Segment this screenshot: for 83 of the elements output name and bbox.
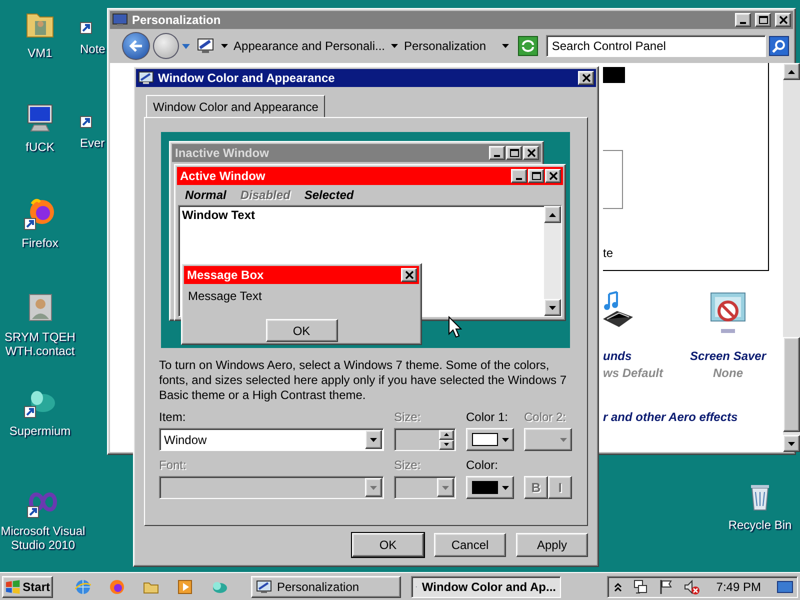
color-picker-button[interactable] bbox=[466, 428, 514, 451]
arrow-icon[interactable] bbox=[128, 39, 144, 53]
field-label: Color 1: bbox=[466, 411, 508, 424]
field-label: Size: bbox=[394, 411, 421, 424]
caret-icon[interactable] bbox=[502, 486, 508, 490]
field-label: Color: bbox=[466, 459, 498, 472]
title-strip bbox=[603, 67, 625, 83]
clock[interactable]: 7:49 PM bbox=[716, 580, 761, 594]
back-button[interactable] bbox=[122, 32, 150, 60]
flag-logo-icon[interactable] bbox=[5, 580, 21, 594]
scroll-down-button[interactable] bbox=[783, 435, 800, 452]
start-button[interactable]: Start bbox=[2, 576, 53, 598]
browser-icon[interactable] bbox=[109, 578, 125, 594]
chevron-up-icon[interactable] bbox=[614, 582, 622, 592]
item-subtitle: None bbox=[713, 366, 743, 380]
caret-icon[interactable] bbox=[502, 44, 509, 48]
inner-frame bbox=[603, 150, 623, 209]
shortcut-arrow-icon[interactable] bbox=[80, 22, 92, 34]
icon-label[interactable]: SRYM TQEH WTH.contact bbox=[0, 330, 80, 358]
color-picker-button[interactable] bbox=[466, 476, 514, 499]
forward-button[interactable] bbox=[152, 33, 179, 59]
control-panel-icon bbox=[196, 38, 215, 54]
breadcrumb-item[interactable]: Personalization bbox=[404, 39, 486, 53]
item-subtitle: ws Default bbox=[603, 366, 664, 380]
dropdown-field[interactable]: Window bbox=[159, 428, 384, 451]
window-text: Window Text bbox=[182, 208, 255, 222]
taskbar-button[interactable]: Personalization bbox=[251, 576, 401, 598]
ok-button[interactable]: OK bbox=[266, 319, 338, 342]
caret-icon[interactable] bbox=[390, 44, 398, 48]
refresh-icon[interactable] bbox=[520, 40, 535, 52]
caret-icon[interactable] bbox=[370, 438, 377, 442]
show-desktop-icon[interactable] bbox=[777, 580, 793, 594]
refresh-button[interactable] bbox=[518, 36, 538, 56]
link[interactable]: r and other Aero effects bbox=[603, 410, 783, 424]
scroll-down-button[interactable] bbox=[544, 299, 561, 316]
preview-text: te bbox=[603, 246, 614, 260]
flag-icon[interactable] bbox=[658, 578, 674, 594]
field-label: Size: bbox=[394, 459, 421, 472]
scrollbar[interactable] bbox=[783, 63, 800, 452]
browser-icon[interactable] bbox=[24, 198, 56, 230]
icon-label[interactable]: Recycle Bin bbox=[728, 518, 792, 532]
icon-label[interactable]: VM1 bbox=[28, 46, 52, 60]
window-title: Active Window bbox=[180, 169, 266, 183]
breadcrumb-item[interactable]: Appearance and Personali... bbox=[234, 39, 385, 53]
tab[interactable]: Window Color and Appearance bbox=[146, 95, 326, 117]
icon-label[interactable]: Firefox bbox=[22, 236, 58, 250]
message-text: Message Text bbox=[187, 288, 263, 305]
dialog-button[interactable]: OK bbox=[352, 533, 424, 557]
down-arrow-icon[interactable] bbox=[788, 442, 795, 446]
icon-label[interactable]: Ever bbox=[80, 136, 105, 150]
window-title: Window Color and Appearance bbox=[158, 71, 335, 85]
item-title[interactable]: Screen Saver bbox=[690, 349, 766, 363]
dialog-button[interactable]: Cancel bbox=[434, 533, 506, 557]
up-arrow-icon[interactable] bbox=[549, 212, 556, 216]
address-bar[interactable]: Appearance and Personali... Personalization bbox=[192, 34, 515, 58]
field-label: Color 2: bbox=[524, 411, 566, 424]
icon-label[interactable]: Supermium bbox=[9, 424, 71, 438]
scroll-up-button[interactable] bbox=[783, 63, 800, 80]
dialog-button[interactable]: Apply bbox=[516, 533, 588, 557]
field-label: Font: bbox=[159, 459, 186, 472]
menu-item[interactable]: Selected bbox=[304, 188, 354, 202]
instruction-text: To turn on Windows Aero, select a Windows 7 theme. Some of the colors, fonts, and sizes selected here apply only if you have selected the Windows 7 Basic theme or a High Contrast theme. bbox=[159, 358, 567, 403]
shortcut-arrow-icon[interactable] bbox=[80, 116, 92, 128]
icon-label[interactable]: fUCK bbox=[26, 140, 54, 154]
scroll-thumb[interactable] bbox=[783, 337, 800, 432]
taskbar-button[interactable]: Window Color and Ap... bbox=[411, 576, 561, 598]
network-icon[interactable] bbox=[632, 578, 648, 594]
menu-item[interactable]: Normal bbox=[185, 188, 226, 202]
down-arrow-icon[interactable] bbox=[549, 306, 556, 310]
icon-label[interactable]: Note bbox=[80, 42, 106, 56]
up-arrow-icon[interactable] bbox=[788, 70, 795, 74]
window-title: Personalization bbox=[132, 13, 221, 27]
field-label: Item: bbox=[159, 411, 186, 424]
caret-icon[interactable] bbox=[220, 44, 228, 48]
speaker-muted-icon[interactable] bbox=[684, 578, 700, 594]
window-title: Message Box bbox=[187, 268, 264, 282]
window-title: Inactive Window bbox=[175, 146, 269, 160]
icon-label[interactable]: Microsoft Visual Studio 2010 bbox=[0, 524, 86, 552]
search-field[interactable]: Search Control Panel bbox=[546, 35, 766, 57]
caret-icon[interactable] bbox=[502, 438, 508, 442]
item-title[interactable]: unds bbox=[603, 349, 632, 363]
media-player-icon[interactable] bbox=[177, 578, 193, 594]
scroll-up-button[interactable] bbox=[544, 206, 561, 223]
